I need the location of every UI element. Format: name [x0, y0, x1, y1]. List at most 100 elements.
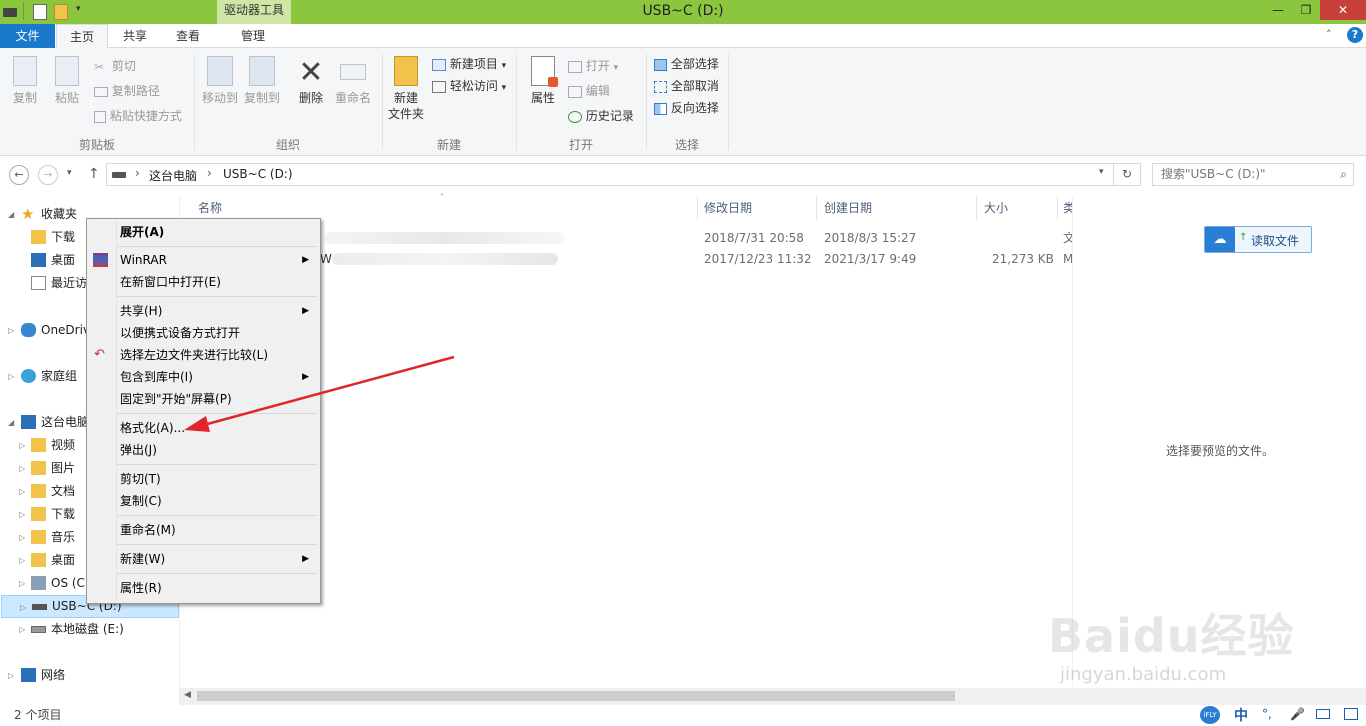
- ifly-icon[interactable]: iFLY: [1200, 706, 1220, 724]
- nav-label: OneDriv: [41, 323, 91, 337]
- properties-icon[interactable]: [33, 4, 47, 20]
- forward-icon[interactable]: →: [38, 165, 58, 185]
- menu-item-properties[interactable]: 属性(R): [88, 577, 319, 599]
- copy-path-button[interactable]: 复制路径: [94, 81, 160, 101]
- edit-button[interactable]: 编辑: [568, 81, 610, 101]
- menu-item-winrar[interactable]: WinRAR ▶: [88, 249, 319, 271]
- menu-item-open-new-window[interactable]: 在新窗口中打开(E): [88, 271, 319, 293]
- tab-manage[interactable]: 管理: [224, 24, 282, 48]
- breadcrumb-chevron-icon[interactable]: ›: [135, 166, 140, 180]
- punctuation-icon[interactable]: °,: [1262, 707, 1272, 721]
- tab-home[interactable]: 主页: [56, 24, 108, 49]
- desktop-folder-icon: [31, 553, 46, 567]
- invert-selection-label: 反向选择: [670, 101, 719, 115]
- address-dropdown-icon[interactable]: ▾: [1099, 167, 1104, 177]
- nav-label: 桌面: [51, 553, 76, 567]
- close-icon[interactable]: ✕: [1320, 0, 1366, 20]
- minimize-icon[interactable]: —: [1264, 0, 1292, 20]
- upload-arrow-icon: ↑: [1239, 232, 1248, 243]
- history-icon: [568, 110, 582, 123]
- nav-network[interactable]: ▷ 网络: [0, 664, 180, 687]
- ribbon: 复制 粘贴 ✂ 剪切 复制路径 粘贴快捷方式 剪贴板 移动到 复制到 ✕ 删除 …: [0, 48, 1366, 156]
- network-icon: [21, 668, 36, 682]
- menu-item-eject[interactable]: 弹出(J): [88, 439, 319, 461]
- keyboard-icon[interactable]: [1316, 709, 1330, 719]
- tab-share[interactable]: 共享: [112, 24, 158, 48]
- nav-label: 网络: [41, 668, 66, 682]
- column-header-name[interactable]: 名称: [198, 196, 222, 220]
- search-input[interactable]: 搜索"USB~C (D:)" ⌕: [1152, 163, 1354, 186]
- back-icon[interactable]: ←: [9, 165, 29, 185]
- nav-label: 家庭组: [41, 369, 78, 383]
- paste-icon: [55, 56, 79, 86]
- menu-item-cut[interactable]: 剪切(T): [88, 468, 319, 490]
- baidu-watermark-url: jingyan.baidu.com: [1060, 664, 1227, 685]
- scrollbar-thumb[interactable]: [197, 691, 955, 701]
- drive-tools-context-tab: 驱动器工具: [217, 0, 291, 24]
- properties-button[interactable]: 属性: [524, 56, 562, 106]
- select-none-button[interactable]: 全部取消: [654, 76, 719, 96]
- paste-shortcut-button[interactable]: 粘贴快捷方式: [94, 106, 182, 126]
- nav-label: 这台电脑: [41, 415, 90, 429]
- new-folder-icon[interactable]: [54, 4, 68, 20]
- tab-view[interactable]: 查看: [164, 24, 212, 48]
- invert-selection-button[interactable]: 反向选择: [654, 98, 719, 118]
- breadcrumb-usb[interactable]: USB~C (D:): [223, 167, 293, 181]
- menu-item-share[interactable]: 共享(H) ▶: [88, 300, 319, 322]
- column-header-modified[interactable]: 修改日期: [704, 196, 752, 220]
- microphone-icon[interactable]: 🎤: [1290, 707, 1305, 721]
- details-view-icon[interactable]: [1344, 708, 1358, 720]
- new-folder-label-2: 文件夹: [387, 107, 424, 121]
- rename-label: 重命名: [334, 91, 371, 105]
- breadcrumb-chevron-icon[interactable]: ›: [207, 166, 212, 180]
- new-item-button[interactable]: 新建项目 ▾: [432, 54, 506, 74]
- read-file-label: 读取文件: [1251, 234, 1300, 248]
- menu-item-copy[interactable]: 复制(C): [88, 490, 319, 512]
- history-button[interactable]: 历史记录: [568, 106, 634, 126]
- move-to-button[interactable]: 移动到: [199, 56, 241, 106]
- new-item-icon: [432, 58, 446, 71]
- group-label-select: 选择: [674, 138, 699, 152]
- invert-selection-icon: [654, 102, 667, 115]
- submenu-arrow-icon: ▶: [302, 255, 309, 265]
- downloads-folder-icon: [31, 230, 46, 244]
- ime-mode[interactable]: 中: [1234, 705, 1248, 725]
- column-header-created[interactable]: 创建日期: [824, 196, 872, 220]
- menu-item-rename[interactable]: 重命名(M): [88, 519, 319, 541]
- up-icon[interactable]: ↑: [88, 166, 100, 182]
- quick-access-dropdown-icon[interactable]: ▾: [76, 4, 81, 14]
- copy-to-button[interactable]: 复制到: [241, 56, 283, 106]
- cut-button[interactable]: ✂ 剪切: [94, 56, 136, 76]
- menu-item-new[interactable]: 新建(W) ▶: [88, 548, 319, 570]
- copy-button[interactable]: 复制: [6, 56, 44, 106]
- read-file-button[interactable]: ☁ ↑ 读取文件: [1204, 226, 1312, 253]
- rename-button[interactable]: 重命名: [332, 56, 374, 106]
- delete-button[interactable]: ✕ 删除: [292, 56, 330, 106]
- collapse-ribbon-icon[interactable]: ˄: [1326, 28, 1332, 41]
- menu-item-expand[interactable]: 展开(A): [88, 221, 319, 243]
- breadcrumb-this-pc[interactable]: 这台电脑: [149, 167, 197, 184]
- properties-label: 属性: [530, 91, 555, 105]
- recent-locations-icon[interactable]: ▾: [67, 168, 72, 178]
- select-all-button[interactable]: 全部选择: [654, 54, 719, 74]
- address-bar[interactable]: › 这台电脑 › USB~C (D:) ▾: [106, 163, 1114, 186]
- cell-name: W: [320, 252, 332, 266]
- refresh-icon[interactable]: ↻: [1114, 163, 1141, 186]
- baidu-watermark-logo: Baidu经验: [1048, 609, 1295, 663]
- music-folder-icon: [31, 530, 46, 544]
- select-none-label: 全部取消: [670, 79, 719, 93]
- help-icon[interactable]: ?: [1347, 27, 1363, 43]
- menu-item-open-as-portable[interactable]: 以便携式设备方式打开: [88, 322, 319, 344]
- easy-access-button[interactable]: 轻松访问 ▾: [432, 76, 506, 96]
- open-button[interactable]: 打开 ▾: [568, 56, 618, 76]
- nav-local-disk-e[interactable]: ▷ 本地磁盘 (E:): [0, 618, 180, 641]
- tab-file[interactable]: 文件: [0, 24, 55, 48]
- nav-label: 文档: [51, 484, 76, 498]
- new-folder-button[interactable]: 新建 文件夹: [386, 56, 426, 122]
- column-header-size[interactable]: 大小: [984, 196, 1008, 220]
- nav-label: 下载: [51, 230, 76, 244]
- maximize-icon[interactable]: ❐: [1292, 0, 1320, 20]
- drive-icon: [112, 172, 126, 178]
- scroll-left-icon[interactable]: ◀: [184, 690, 191, 700]
- paste-button[interactable]: 粘贴: [48, 56, 86, 106]
